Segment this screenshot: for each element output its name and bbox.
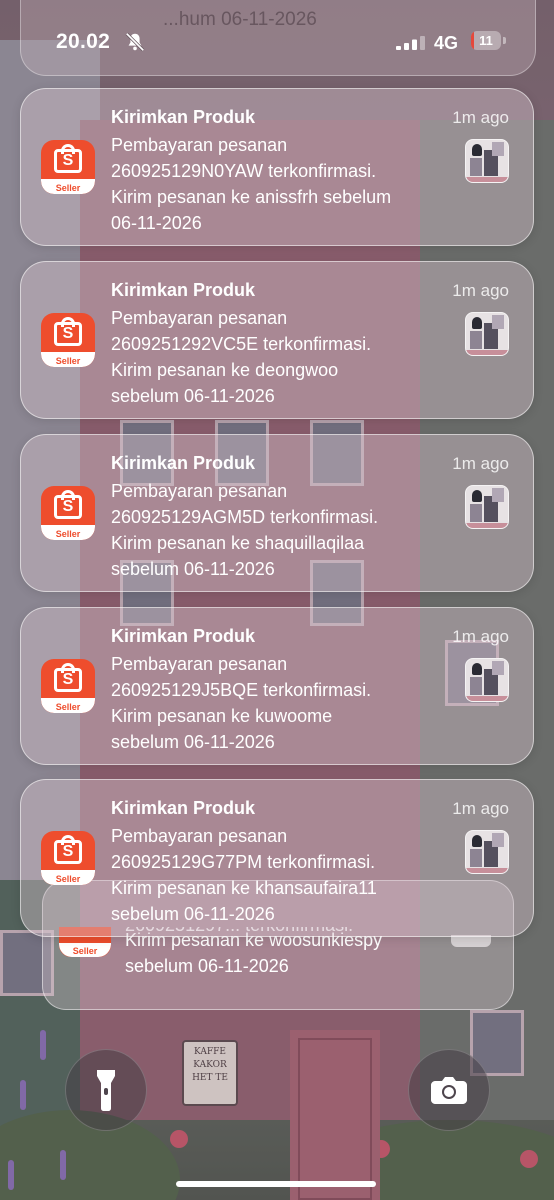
body-line: 06-11-2026: [111, 213, 202, 233]
shopee-seller-icon: S Seller: [41, 659, 95, 713]
thumb-shape: [470, 677, 482, 695]
body-line: Kirim pesanan ke kuwoome: [111, 706, 333, 726]
notification-time: 1m ago: [452, 281, 509, 300]
notification-card[interactable]: S Seller Kirimkan Produk 1m ago Pembayar…: [20, 607, 534, 765]
thumb-shape: [466, 177, 508, 182]
flashlight-icon: [97, 1070, 115, 1111]
camera-icon: [431, 1077, 467, 1104]
notification-card[interactable]: S Seller Kirimkan Produk 1m ago Pembayar…: [20, 261, 534, 419]
battery-tip: [503, 37, 506, 44]
home-indicator[interactable]: [176, 1181, 376, 1187]
notification-body: Pembayaran pesanan 260925129AGM5D terkon…: [111, 478, 456, 582]
notification-title: Kirimkan Produk: [111, 453, 256, 473]
seller-label: Seller: [72, 946, 98, 956]
notification-card[interactable]: S Seller Kirimkan Produk 1m ago Pembayar…: [20, 434, 534, 592]
body-line: Pembayaran pesanan: [111, 481, 288, 501]
bag-letter: S: [62, 498, 74, 515]
body-line: sebelum 06-11-2026: [111, 904, 275, 924]
notification-time: 1m ago: [452, 108, 509, 127]
thumb-shape: [466, 350, 508, 355]
thumb-shape: [466, 523, 508, 528]
shopee-seller-icon: S Seller: [41, 831, 95, 885]
bag-letter: S: [62, 671, 74, 688]
product-thumbnail: [465, 658, 509, 702]
notification-title: Kirimkan Produk: [111, 626, 256, 646]
status-time: 20.02: [56, 30, 111, 53]
thumb-shape: [472, 663, 482, 675]
notification-title: Kirimkan Produk: [111, 280, 256, 300]
thumb-shape: [492, 142, 504, 156]
body-line: Kirim pesanan ke anissfrh sebelum: [111, 187, 392, 207]
seller-label: Seller: [55, 183, 81, 193]
bag-letter: S: [62, 325, 74, 342]
notification-time: 1m ago: [452, 454, 509, 473]
body-line: Pembayaran pesanan: [111, 308, 288, 328]
body-line: 260925129J5BQE terkonfirmasi.: [111, 680, 372, 700]
thumb-shape: [492, 661, 504, 675]
body-line: Pembayaran pesanan: [111, 826, 288, 846]
notification-time: 1m ago: [452, 627, 509, 646]
notification-body: Pembayaran pesanan 260925129G77PM terkon…: [111, 823, 456, 927]
body-line: Kirim pesanan ke shaquillaqilaa: [111, 533, 365, 553]
product-thumbnail: [465, 830, 509, 874]
product-thumbnail: [465, 485, 509, 529]
cellular-signal-icon: [396, 36, 425, 50]
bell-off-icon: [125, 32, 145, 52]
body-line: sebelum 06-11-2026: [125, 956, 289, 976]
seller-label: Seller: [55, 529, 81, 539]
thumb-shape: [466, 696, 508, 701]
shopee-seller-icon: S Seller: [41, 486, 95, 540]
notification-body: Pembayaran pesanan 260925129J5BQE terkon…: [111, 651, 456, 755]
notification-time: 1m ago: [452, 799, 509, 818]
shopee-seller-icon: S Seller: [41, 313, 95, 367]
seller-label: Seller: [55, 356, 81, 366]
thumb-shape: [492, 315, 504, 329]
thumb-shape: [470, 331, 482, 349]
body-line: Kirim pesanan ke khansaufaira11: [111, 878, 377, 898]
notification-card[interactable]: S Seller Kirimkan Produk 1m ago Pembayar…: [20, 779, 534, 937]
thumb-shape: [492, 833, 504, 847]
battery-icon: 11: [471, 31, 507, 51]
body-line: Kirim pesanan ke deongwoo: [111, 360, 339, 380]
body-line: 260925129AGM5D terkonfirmasi.: [111, 507, 379, 527]
thumb-shape: [470, 158, 482, 176]
seller-label: Seller: [55, 702, 81, 712]
bag-letter: S: [62, 843, 74, 860]
notification-card[interactable]: S Seller Kirimkan Produk 1m ago Pembayar…: [20, 88, 534, 246]
thumb-shape: [472, 144, 482, 156]
body-line: 260925129N0YAW terkonfirmasi.: [111, 161, 377, 181]
bag-letter: S: [62, 152, 74, 169]
thumb-shape: [466, 868, 508, 873]
thumb-shape: [470, 849, 482, 867]
seller-label: Seller: [55, 874, 81, 884]
flashlight-button[interactable]: [65, 1049, 147, 1131]
body-line: sebelum 06-11-2026: [111, 559, 275, 579]
notification-body: Pembayaran pesanan 260925129N0YAW terkon…: [111, 132, 456, 236]
camera-button[interactable]: [408, 1049, 490, 1131]
body-line: Pembayaran pesanan: [111, 654, 288, 674]
body-line: 260925129G77PM terkonfirmasi.: [111, 852, 376, 872]
thumb-shape: [472, 317, 482, 329]
status-bar: 20.02 4G 11: [0, 0, 554, 86]
thumb-shape: [470, 504, 482, 522]
thumb-shape: [492, 488, 504, 502]
thumb-shape: [472, 490, 482, 502]
product-thumbnail: [465, 139, 509, 183]
notification-body: Pembayaran pesanan 2609251292VC5E terkon…: [111, 305, 456, 409]
thumb-shape: [472, 835, 482, 847]
product-thumbnail: [465, 312, 509, 356]
body-line: sebelum 06-11-2026: [111, 386, 275, 406]
battery-body: 11: [471, 31, 501, 50]
body-line: Pembayaran pesanan: [111, 135, 288, 155]
network-type: 4G: [434, 33, 459, 53]
battery-level-text: 11: [479, 33, 493, 48]
shopee-seller-icon: S Seller: [41, 140, 95, 194]
body-line: 2609251292VC5E terkonfirmasi.: [111, 334, 372, 354]
notification-title: Kirimkan Produk: [111, 798, 256, 818]
body-line: sebelum 06-11-2026: [111, 732, 275, 752]
notification-title: Kirimkan Produk: [111, 107, 256, 127]
